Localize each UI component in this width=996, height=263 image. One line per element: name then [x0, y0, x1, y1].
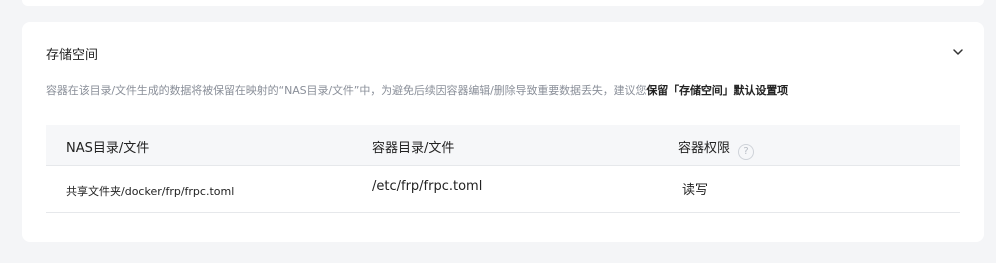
- description-emphasis: 保留「存储空间」默认设置项: [646, 84, 789, 97]
- help-circle-icon[interactable]: ?: [738, 144, 755, 160]
- column-header-permission: 容器权限?: [678, 137, 755, 160]
- permission-cell: 读写: [682, 183, 709, 198]
- chevron-down-icon[interactable]: [950, 44, 966, 60]
- storage-section-header[interactable]: 存储空间: [46, 44, 966, 64]
- storage-section-card: 存储空间 容器在该目录/文件生成的数据将被保留在映射的“NAS目录/文件”中，为…: [22, 22, 984, 242]
- previous-card-edge: [22, 0, 984, 6]
- nas-path-cell: 共享文件夹/docker/frp/frpc.toml: [66, 185, 235, 198]
- container-path-cell: /etc/frp/frpc.toml: [372, 179, 483, 194]
- section-title: 存储空间: [46, 48, 99, 63]
- permission-header-label: 容器权限: [678, 141, 731, 156]
- column-header-container-path: 容器目录/文件: [372, 141, 455, 156]
- table-header-row: NAS目录/文件 容器目录/文件 容器权限?: [46, 125, 960, 166]
- column-header-nas-path: NAS目录/文件: [66, 141, 150, 156]
- storage-mapping-table: NAS目录/文件 容器目录/文件 容器权限? 共享文件夹/docker/frp/…: [46, 125, 960, 213]
- description-text: 容器在该目录/文件生成的数据将被保留在映射的“NAS目录/文件”中，为避免后续因…: [46, 84, 647, 97]
- section-description: 容器在该目录/文件生成的数据将被保留在映射的“NAS目录/文件”中，为避免后续因…: [46, 82, 788, 98]
- table-row: 共享文件夹/docker/frp/frpc.toml /etc/frp/frpc…: [46, 166, 960, 213]
